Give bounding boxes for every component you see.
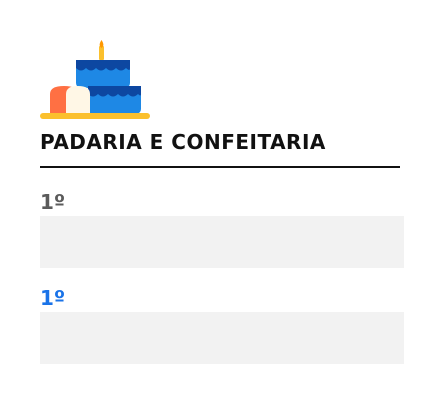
rank-input-2[interactable]: [40, 312, 404, 364]
rank-label-2: 1º: [40, 286, 66, 310]
page-title: PADARIA E CONFEITARIA: [40, 130, 326, 154]
bakery-card: PADARIA E CONFEITARIA 1º 1º: [40, 38, 404, 364]
rank-label-1: 1º: [40, 190, 66, 214]
rank-input-1[interactable]: [40, 216, 404, 268]
cake-bread-icon: [40, 40, 150, 119]
title-divider: [40, 166, 400, 168]
